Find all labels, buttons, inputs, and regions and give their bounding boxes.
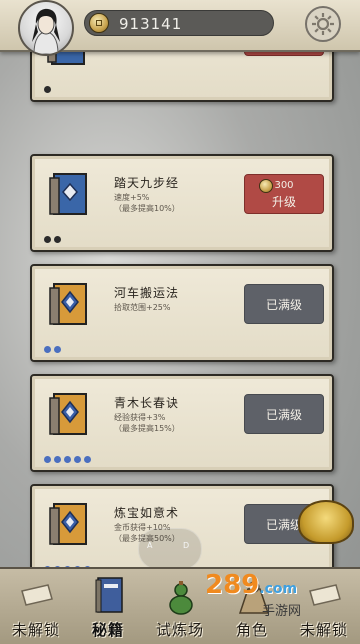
max-level-button[interactable]: 已满级 (244, 284, 324, 324)
swordsman-portrait-icon (32, 8, 60, 54)
skill-effect: 拾取范围+25% (114, 303, 171, 312)
skill-card: 踏天九步经 速度+5% （最多提高10%） 300 升级 (30, 154, 334, 252)
nav-label: 秘籍 (91, 621, 124, 639)
skill-name: 河车搬运法 (114, 286, 180, 300)
skill-level-dots (44, 228, 64, 243)
skill-list[interactable]: 踏天九步经 速度+5% （最多提高10%） 300 升级 河车搬运法 拾取范围+… (0, 52, 360, 567)
skill-effect: 经验获得+3% (114, 413, 166, 422)
joystick-left-label: A (147, 541, 153, 550)
nav-item-cheats[interactable]: 秘籍 (72, 569, 144, 644)
upgrade-label: 升级 (271, 195, 296, 209)
skill-book-icon (46, 280, 92, 330)
upgrade-button[interactable]: 300 升级 (244, 174, 324, 214)
skill-card: 青木长春诀 经验获得+3% （最多提高15%） 已满级 (30, 374, 334, 472)
skill-book-icon (46, 500, 92, 550)
virtual-joystick[interactable]: A D (138, 528, 202, 570)
skill-level-dots (44, 558, 94, 567)
nav-label: 未解锁 (299, 621, 348, 639)
gourd-icon (169, 581, 193, 615)
skill-card (30, 52, 334, 102)
book-icon (95, 577, 123, 613)
nav-label: 角色 (235, 621, 268, 639)
skill-book-icon (46, 170, 92, 220)
cauldron-icon[interactable] (298, 500, 354, 544)
watermark-suffix: .com (259, 581, 298, 597)
upgrade-price: 300 (274, 180, 294, 191)
scroll-locked-icon (309, 584, 341, 606)
skill-book-icon (46, 390, 92, 440)
coin-counter: 913141 (84, 10, 274, 36)
skill-card: 河车搬运法 拾取范围+25% 已满级 (30, 264, 334, 362)
skill-name: 青木长春诀 (114, 396, 180, 410)
skill-name: 炼宝如意术 (114, 506, 180, 520)
skill-cap: （最多提高10%） (114, 204, 180, 213)
gear-icon (312, 13, 334, 35)
coin-icon (259, 179, 273, 193)
joystick-right-label: D (183, 541, 190, 550)
nav-item-locked-1[interactable]: 未解锁 (0, 569, 72, 644)
scroll-locked-icon (21, 584, 53, 606)
coin-icon (89, 13, 109, 33)
skill-level-dots (44, 78, 54, 93)
watermark-logo: 289.com (205, 570, 297, 600)
bottom-nav: 未解锁 秘籍 试炼场 角色 未解锁 (0, 567, 360, 644)
watermark-brand: 289 (205, 570, 260, 600)
settings-button[interactable] (305, 6, 341, 42)
player-avatar[interactable] (18, 0, 74, 56)
skill-cap: （最多提高15%） (114, 424, 180, 433)
skill-effect: 速度+5% (114, 193, 150, 202)
skill-level-dots (44, 338, 64, 353)
max-level-button[interactable]: 已满级 (244, 394, 324, 434)
watermark-subtitle: 手游网 (262, 604, 302, 619)
skill-name: 踏天九步经 (114, 176, 180, 190)
coin-value: 913141 (119, 15, 183, 33)
skill-level-dots (44, 448, 94, 463)
nav-label: 试炼场 (155, 621, 204, 639)
nav-label: 未解锁 (11, 621, 60, 639)
upgrade-button[interactable] (244, 52, 324, 56)
